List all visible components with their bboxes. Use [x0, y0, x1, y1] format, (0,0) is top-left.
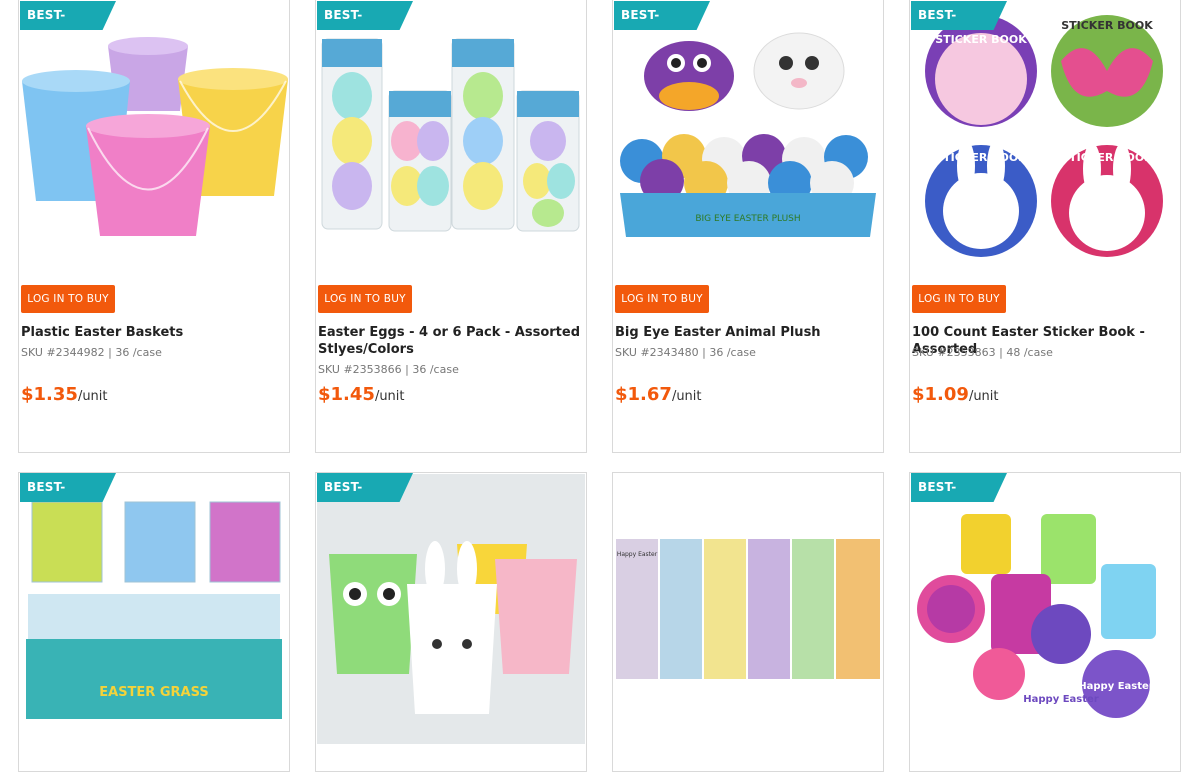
product-sku: SKU #2344982 | 36 /case	[21, 346, 162, 359]
product-price: $1.45/unit	[318, 384, 405, 405]
product-image[interactable]: EASTER GRASS	[20, 474, 288, 744]
product-sku: SKU #2343480 | 36 /case	[615, 346, 756, 359]
product-price: $1.09/unit	[912, 384, 999, 405]
price-value: $1.45	[318, 384, 375, 405]
price-unit: /unit	[77, 389, 108, 404]
product-image[interactable]	[317, 474, 585, 744]
login-to-buy-button[interactable]: LOG IN TO BUY	[912, 285, 1006, 313]
product-image[interactable]: STICKER BOOK STICKER BOOK STICKER BOOK S…	[911, 1, 1179, 269]
product-sku: SKU #2353863 | 48 /case	[912, 346, 1053, 359]
best-seller-badge: BEST-SELLER	[317, 1, 413, 30]
product-card[interactable]: BEST-SELLER	[315, 472, 587, 772]
stamp-label: Happy Easter	[1078, 681, 1154, 692]
grass-box-label: EASTER GRASS	[99, 685, 208, 700]
card-text: Happy Easter	[617, 551, 658, 558]
product-sku: SKU #2353866 | 36 /case	[318, 363, 459, 376]
login-to-buy-button[interactable]: LOG IN TO BUY	[318, 285, 412, 313]
product-title[interactable]: Easter Eggs - 4 or 6 Pack - Assorted Stl…	[318, 324, 584, 358]
best-seller-badge: BEST-SELLER	[911, 1, 1007, 30]
best-seller-badge: BEST-SELLER	[911, 473, 1007, 502]
product-grid: BEST-SELLER LOG IN TO BUY Plastic Easter…	[0, 0, 1183, 772]
product-card[interactable]: BEST-SELLER	[612, 0, 884, 453]
product-image[interactable]	[317, 1, 585, 269]
product-image[interactable]	[20, 1, 288, 269]
product-price: $1.67/unit	[615, 384, 702, 405]
product-image[interactable]: Happy Easter Happy Easter	[911, 474, 1179, 744]
product-image[interactable]: Happy Easter	[614, 474, 882, 744]
plush-box-label: BIG EYE EASTER PLUSH	[695, 214, 800, 224]
sticker-book-label: STICKER BOOK	[1061, 151, 1153, 164]
login-to-buy-button[interactable]: LOG IN TO BUY	[615, 285, 709, 313]
login-to-buy-button[interactable]: LOG IN TO BUY	[21, 285, 115, 313]
product-title[interactable]: Big Eye Easter Animal Plush	[615, 324, 881, 341]
sticker-book-label: STICKER BOOK	[1061, 19, 1153, 32]
sticker-book-label: STICKER BOOK	[935, 151, 1027, 164]
price-value: $1.35	[21, 384, 78, 405]
sticker-book-label: STICKER BOOK	[935, 33, 1027, 46]
product-card[interactable]: Happy Easter	[612, 472, 884, 772]
best-seller-badge: BEST-SELLER	[20, 473, 116, 502]
product-card[interactable]: BEST-SELLER	[315, 0, 587, 453]
stamp-label: Happy Easter	[1023, 694, 1099, 705]
best-seller-badge: BEST-SELLER	[614, 1, 710, 30]
product-card[interactable]: BEST-SELLER LOG IN TO BUY Plastic Easter…	[18, 0, 290, 453]
price-unit: /unit	[671, 389, 702, 404]
price-unit: /unit	[968, 389, 999, 404]
best-seller-badge: BEST-SELLER	[20, 1, 116, 30]
price-unit: /unit	[374, 389, 405, 404]
product-card[interactable]: BEST-SELLER Happy Easter Happy Easter	[909, 472, 1181, 772]
product-card[interactable]: BEST-SELLER EASTER GRASS	[18, 472, 290, 772]
price-value: $1.09	[912, 384, 969, 405]
best-seller-badge: BEST-SELLER	[317, 473, 413, 502]
product-title[interactable]: Plastic Easter Baskets	[21, 324, 287, 341]
product-card[interactable]: BEST-SELLER STICKER BOOK STICKER BOOK	[909, 0, 1181, 453]
price-value: $1.67	[615, 384, 672, 405]
product-price: $1.35/unit	[21, 384, 108, 405]
product-image[interactable]: BIG EYE EASTER PLUSH	[614, 1, 882, 269]
